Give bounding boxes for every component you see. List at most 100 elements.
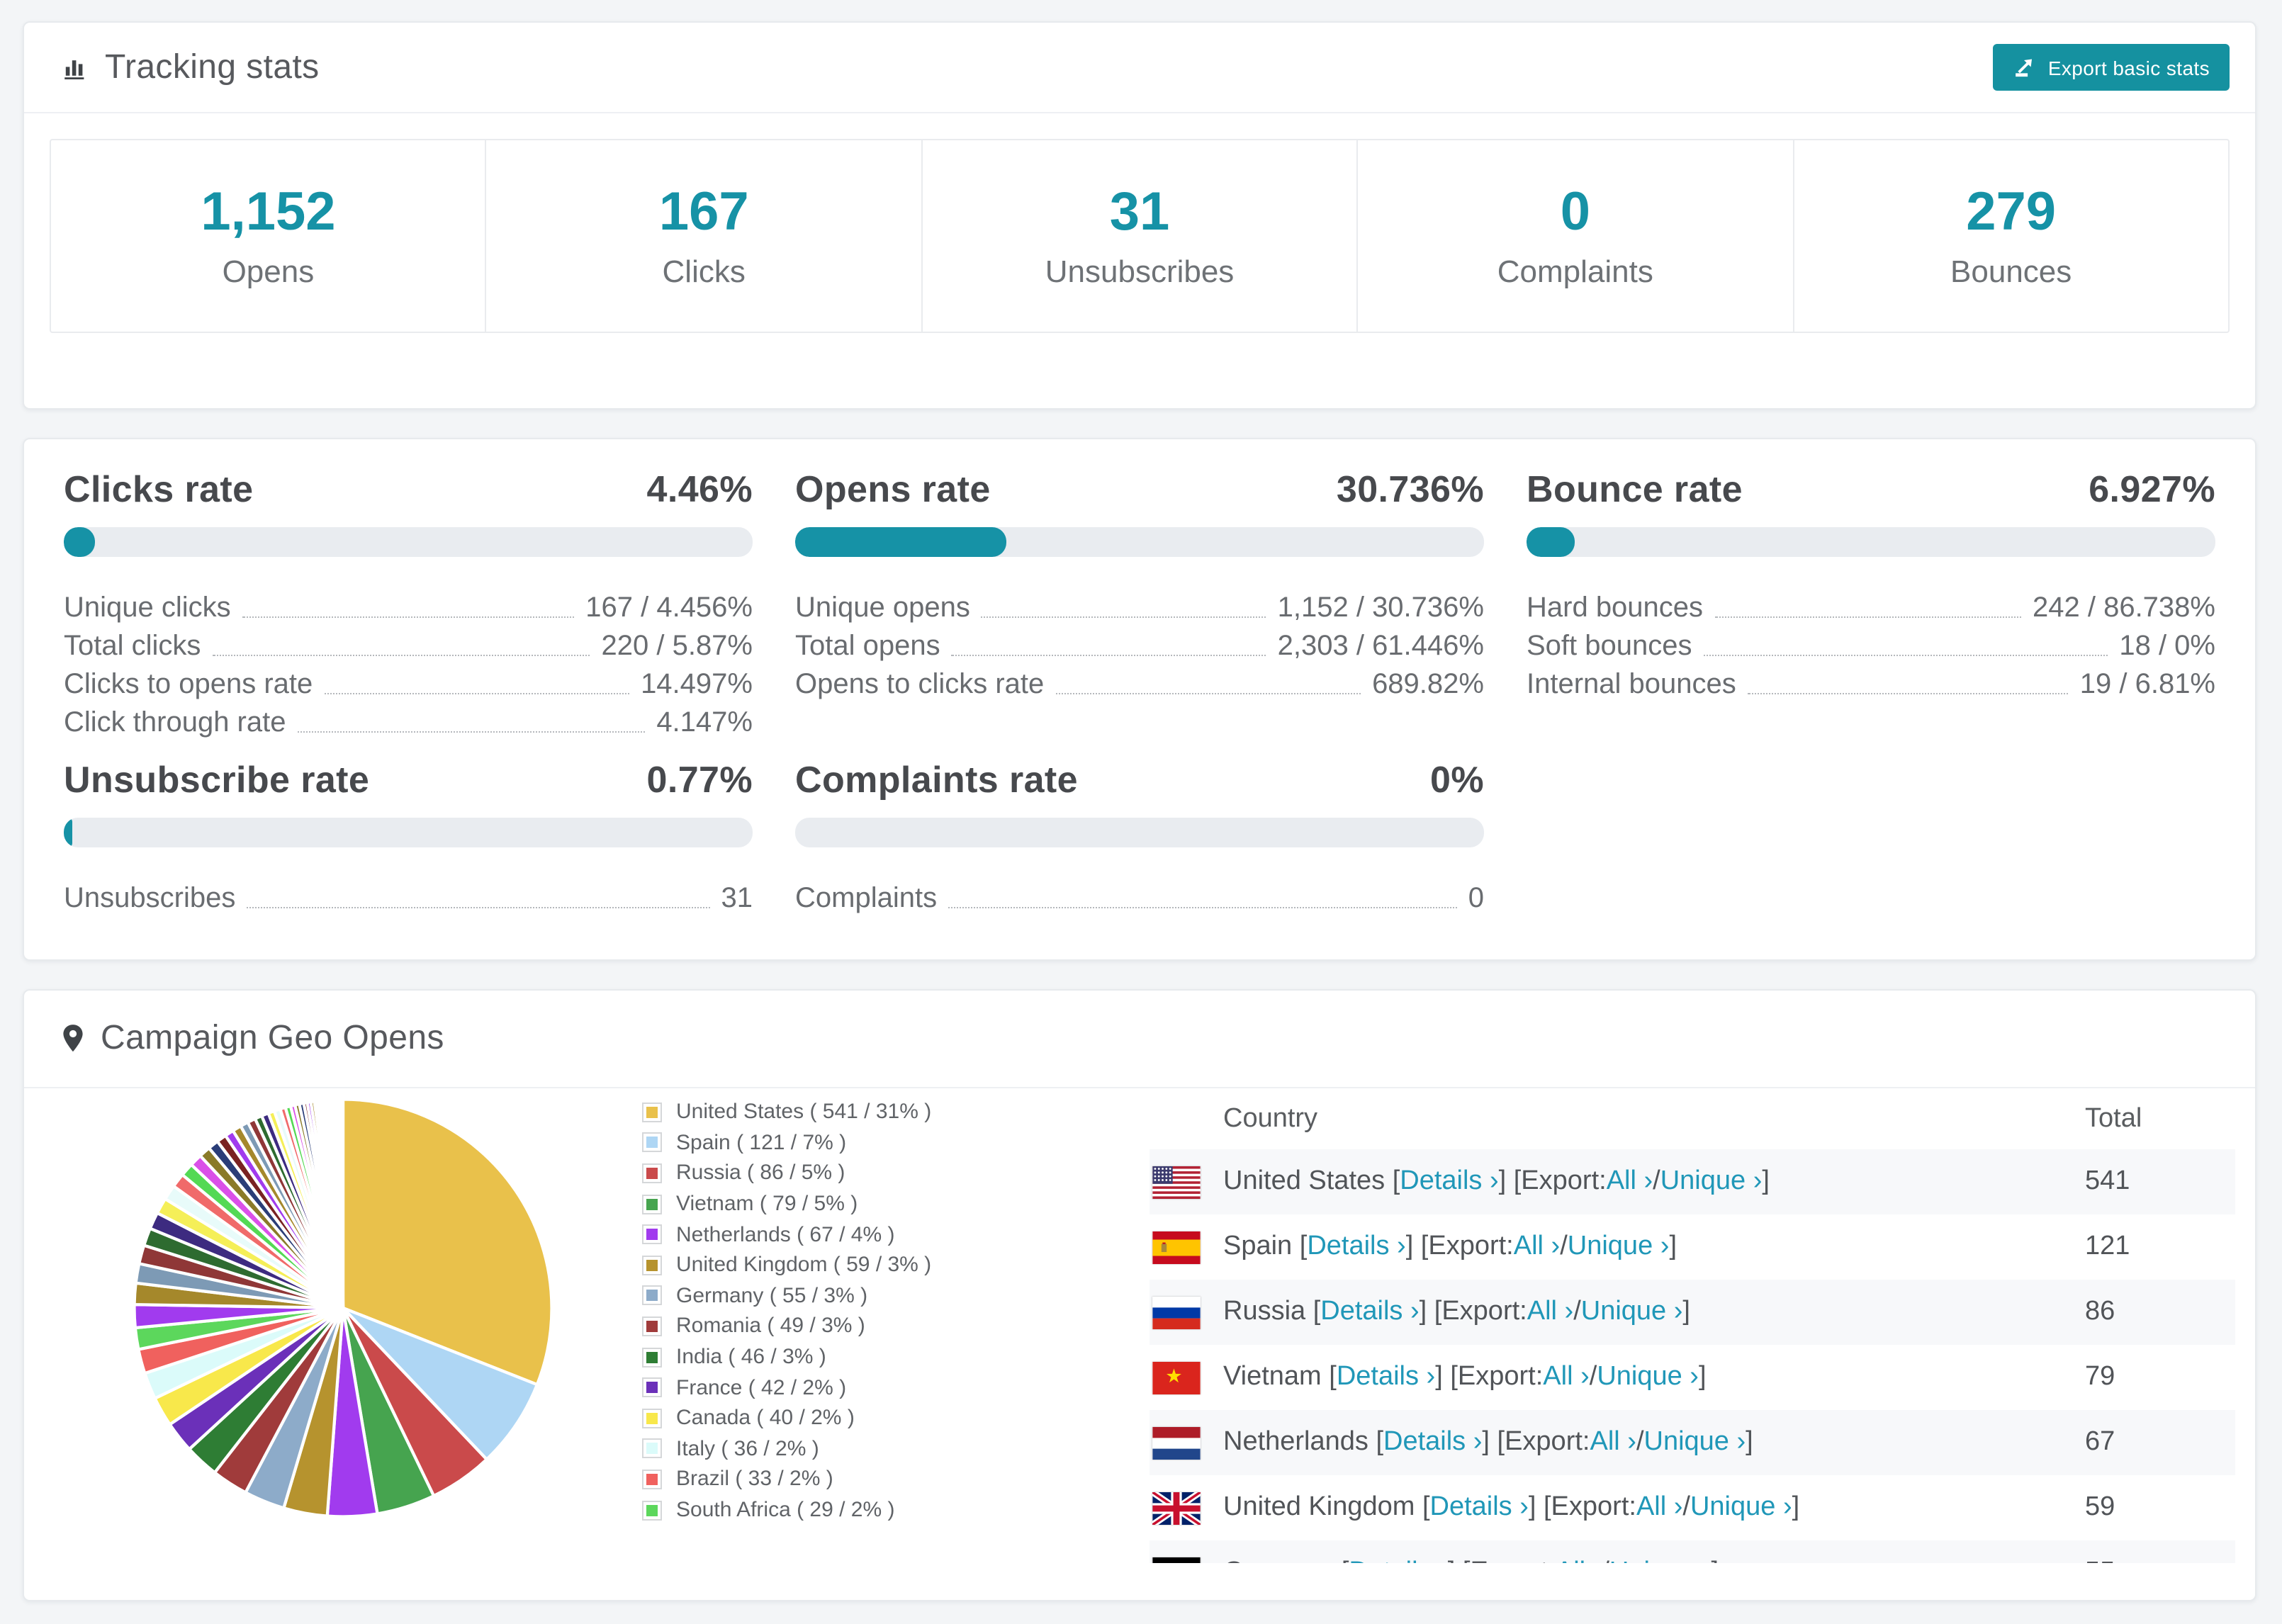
rate-row: Unique opens 1,152 / 30.736% xyxy=(795,588,1484,626)
rates-grid: Clicks rate 4.46% Unique clicks 167 / 4.456… xyxy=(64,470,2215,917)
export-all-link[interactable]: All › xyxy=(1543,1362,1589,1393)
stat-clicks: 167 Clicks xyxy=(485,140,921,332)
legend-swatch xyxy=(642,1347,662,1368)
rate-title: Opens rate 30.736% xyxy=(795,470,1484,507)
legend-item: United States ( 541 / 31% ) xyxy=(642,1097,931,1127)
progress-bar xyxy=(1527,527,2215,557)
legend-label: Russia ( 86 / 5% ) xyxy=(676,1161,845,1185)
bracket-text: ] [Export: xyxy=(1435,1362,1544,1392)
details-link[interactable]: Details › xyxy=(1383,1427,1482,1458)
stat-label: Bounces xyxy=(1950,253,2072,288)
legend-swatch xyxy=(642,1316,662,1336)
legend-label: Spain ( 121 / 7% ) xyxy=(676,1130,847,1155)
dotted-leader xyxy=(1703,655,2108,656)
bracket-text: ] xyxy=(1698,1362,1707,1392)
stat-bounces: 279 Bounces xyxy=(1792,140,2228,332)
export-basic-stats-button[interactable]: Export basic stats xyxy=(1992,44,2230,91)
rate-row: Click through rate 4.147% xyxy=(64,703,753,741)
bracket-text: [ xyxy=(1329,1362,1337,1392)
details-link[interactable]: Details › xyxy=(1307,1231,1405,1263)
bracket-text: ] xyxy=(1669,1231,1677,1261)
stat-label: Opens xyxy=(222,253,315,288)
export-unique-link[interactable]: Unique › xyxy=(1581,1297,1683,1328)
rate-row-value: 167 / 4.456% xyxy=(585,592,753,624)
progress-bar xyxy=(795,527,1484,557)
country-name: Spain xyxy=(1223,1231,1300,1261)
bracket-text: [ xyxy=(1299,1231,1308,1261)
legend-label: Brazil ( 33 / 2% ) xyxy=(676,1467,833,1492)
export-unique-link[interactable]: Unique › xyxy=(1690,1492,1792,1523)
legend-label: Netherlands ( 67 / 4% ) xyxy=(676,1222,895,1247)
rate-title-label: Bounce rate xyxy=(1527,468,1743,510)
export-unique-link[interactable]: Unique › xyxy=(1644,1427,1746,1458)
rate-title-value: 0% xyxy=(1430,758,1484,801)
rate-row-label: Clicks to opens rate xyxy=(64,669,313,700)
bracket-text: ] [Export: xyxy=(1482,1427,1590,1457)
rate-block-unsubscribe-rate: Unsubscribe rate 0.77% Unsubscribes 31 xyxy=(64,761,753,917)
country-name: Netherlands xyxy=(1223,1427,1376,1457)
legend-item: Vietnam ( 79 / 5% ) xyxy=(642,1189,931,1219)
bracket-text: / xyxy=(1682,1492,1690,1522)
bracket-text: / xyxy=(1573,1297,1581,1326)
rate-title-label: Unsubscribe rate xyxy=(64,758,370,801)
rate-row: Hard bounces 242 / 86.738% xyxy=(1527,588,2215,626)
geo-table-rows: United States [Details ›] [Export: All ›… xyxy=(1150,1149,2235,1600)
rate-block-opens-rate: Opens rate 30.736% Unique opens 1,152 / 30.… xyxy=(795,470,1484,741)
dotted-leader xyxy=(1714,616,2021,618)
export-all-link[interactable]: All › xyxy=(1527,1297,1573,1328)
export-unique-link[interactable]: Unique › xyxy=(1660,1166,1763,1197)
export-all-link[interactable]: All › xyxy=(1590,1427,1636,1458)
progress-fill xyxy=(795,527,1007,557)
export-all-link[interactable]: All › xyxy=(1514,1231,1560,1263)
dotted-leader xyxy=(951,655,1266,656)
rate-title-label: Complaints rate xyxy=(795,758,1078,801)
legend-swatch xyxy=(642,1255,662,1275)
dotted-leader xyxy=(948,907,1457,908)
geo-header: Campaign Geo Opens xyxy=(24,991,2255,1088)
ru-flag-icon xyxy=(1152,1296,1201,1329)
bar-chart-icon xyxy=(61,53,89,81)
page-title: Tracking stats xyxy=(105,47,320,86)
stat-label: Complaints xyxy=(1497,253,1653,288)
legend-item: France ( 42 / 2% ) xyxy=(642,1372,931,1403)
rate-title: Complaints rate 0% xyxy=(795,761,1484,798)
export-unique-link[interactable]: Unique › xyxy=(1568,1231,1670,1263)
legend-item: Spain ( 121 / 7% ) xyxy=(642,1127,931,1158)
legend-item: Russia ( 86 / 5% ) xyxy=(642,1158,931,1188)
legend-label: Romania ( 49 / 3% ) xyxy=(676,1314,865,1338)
total-value: 541 xyxy=(2085,1166,2130,1196)
rate-row-value: 242 / 86.738% xyxy=(2033,592,2215,624)
country-name: United States xyxy=(1223,1166,1393,1196)
export-all-link[interactable]: All › xyxy=(1636,1492,1682,1523)
export-all-link[interactable]: All › xyxy=(1607,1166,1653,1197)
rate-title-label: Clicks rate xyxy=(64,468,254,510)
bracket-text: / xyxy=(1589,1362,1597,1392)
column-header-total: Total xyxy=(2085,1103,2142,1133)
page: Tracking stats Export basic stats 1,152 O… xyxy=(0,0,2282,1624)
export-unique-link[interactable]: Unique › xyxy=(1597,1362,1699,1393)
details-link[interactable]: Details › xyxy=(1430,1492,1529,1523)
tracking-stats-header: Tracking stats Export basic stats xyxy=(24,23,2255,113)
details-link[interactable]: Details › xyxy=(1320,1297,1419,1328)
rate-row-label: Soft bounces xyxy=(1527,631,1692,662)
country-name: Vietnam xyxy=(1223,1362,1330,1392)
pie-slice-other[interactable] xyxy=(340,1098,345,1310)
table-row: Spain [Details ›] [Export: All › / Uniqu… xyxy=(1150,1214,2235,1280)
details-link[interactable]: Details › xyxy=(1400,1166,1498,1197)
total-value: 79 xyxy=(2085,1362,2115,1392)
bracket-text: ] [Export: xyxy=(1528,1492,1636,1522)
table-row: United Kingdom [Details ›] [Export: All … xyxy=(1150,1475,2235,1540)
tracking-stats-card: Tracking stats Export basic stats 1,152 O… xyxy=(23,21,2256,410)
legend-item: Italy ( 36 / 2% ) xyxy=(642,1433,931,1464)
rate-row-value: 689.82% xyxy=(1372,669,1484,700)
details-link[interactable]: Details › xyxy=(1337,1362,1435,1393)
rate-row-label: Complaints xyxy=(795,883,938,914)
geo-table: Country Total United States [Details ›] … xyxy=(1150,1088,2235,1600)
legend-swatch xyxy=(642,1194,662,1214)
rate-row-label: Click through rate xyxy=(64,707,286,738)
map-pin-icon xyxy=(61,1023,85,1054)
table-row: United States [Details ›] [Export: All ›… xyxy=(1150,1149,2235,1214)
geo-content: United States ( 541 / 31% ) Spain ( 121 /… xyxy=(24,1088,2255,1600)
rate-row-label: Total opens xyxy=(795,631,940,662)
legend-label: Canada ( 40 / 2% ) xyxy=(676,1406,855,1431)
